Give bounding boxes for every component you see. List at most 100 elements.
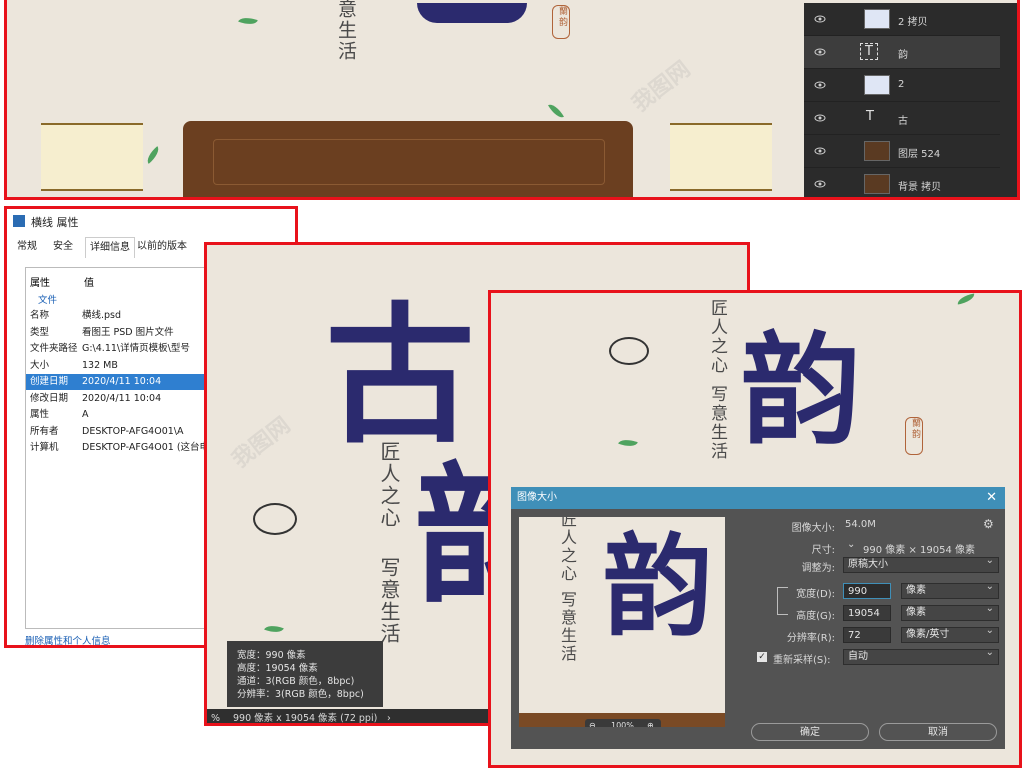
width-label: 宽度(D): [796, 589, 835, 600]
property-row[interactable]: 创建日期 2020/4/11 10:04 [26, 374, 226, 390]
leaf-decoration [548, 101, 564, 121]
dialog-titlebar[interactable]: 图像大小 ✕ [511, 487, 1005, 509]
property-key: 大小 [30, 359, 50, 371]
tab-security[interactable]: 安全 [53, 237, 73, 257]
layer-name: 韵 [898, 50, 908, 61]
layer-row[interactable]: 背景 拷贝 [804, 168, 1000, 197]
leaf-decoration [618, 436, 638, 450]
layer-row[interactable]: 2 [804, 69, 1000, 102]
eye-icon[interactable] [814, 79, 826, 91]
info-tooltip: 宽度：990 像素 高度：19054 像素 通道：3(RGB 颜色，8bpc) … [227, 641, 383, 707]
zoom-in-icon[interactable]: ⊕ [647, 719, 654, 727]
layer-name: 2 [898, 79, 905, 90]
cloud-decoration [253, 503, 297, 535]
property-key: 计算机 [30, 442, 59, 453]
property-value: DESKTOP-AFG4O01\A [82, 425, 184, 437]
dimension-value: 990 像素 × 19054 像素 [863, 545, 975, 556]
property-row[interactable]: 属性 A [26, 407, 226, 423]
adjust-select[interactable]: 原稿大小 [843, 554, 999, 573]
tab-details[interactable]: 详细信息 [85, 237, 135, 258]
ok-button[interactable]: 确定 [751, 723, 869, 741]
height-unit-select[interactable]: 像素 [901, 602, 999, 621]
preview-poem-a: 匠人之心 [558, 517, 577, 583]
width-unit-select[interactable]: 像素 [901, 580, 999, 599]
poem-top-fragment: 意生活 [335, 0, 357, 62]
layer-row[interactable]: 2 拷贝 [804, 3, 1000, 36]
adjust-label: 调整为: [801, 563, 835, 574]
tooltip-width: 宽度：990 像素 [237, 650, 306, 661]
properties-titlebar: 横线 属性 [7, 209, 295, 233]
leaf-decoration [264, 622, 284, 636]
width-field[interactable]: 990 [843, 583, 891, 599]
property-value: 2020/4/11 10:04 [82, 376, 162, 387]
column-header-property[interactable]: 属性 [30, 274, 50, 289]
gear-icon[interactable]: ⚙ [983, 517, 994, 531]
resolution-field[interactable]: 72 [843, 627, 891, 643]
property-row[interactable]: 大小 132 MB [26, 358, 226, 374]
top-screenshot-frame: 意生活 蘭韵 我图网 2 拷贝 T 韵 2 T 古图层 524 背景 拷贝 [4, 0, 1020, 200]
poem-line-a: 匠人之心 [377, 441, 401, 529]
window-title: 横线 属性 [31, 216, 79, 229]
watermark: 我图网 [227, 412, 296, 474]
layer-name: 2 拷贝 [898, 17, 928, 28]
chevron-right-icon[interactable]: › [387, 709, 391, 723]
column-header-value[interactable]: 值 [84, 274, 94, 289]
layer-row[interactable]: T韵 [804, 36, 1000, 69]
document-info[interactable]: 990 像素 x 19054 像素 (72 ppi) [233, 709, 377, 723]
property-key: 文件夹路径 [30, 343, 78, 354]
tab-previous-versions[interactable]: 以前的版本 [137, 237, 187, 257]
layer-row[interactable]: T古 [804, 102, 1000, 135]
zoom-control: ⊖ 100% ⊕ [585, 719, 661, 727]
property-row[interactable]: 类型 看图王 PSD 图片文件 [26, 325, 226, 341]
height-field[interactable]: 19054 [843, 605, 891, 621]
watermark: 我图网 [627, 56, 696, 118]
property-row[interactable]: 文件夹路径 G:\4.11\详情页模板\型号 [26, 341, 226, 357]
preview-char-yun: 韵 [603, 522, 713, 651]
property-key: 所有者 [30, 425, 59, 437]
cancel-button[interactable]: 取消 [879, 723, 997, 741]
eye-icon[interactable] [814, 112, 826, 124]
layer-name: 图层 524 [898, 149, 941, 160]
leaf-decoration [956, 293, 976, 305]
headboard [183, 121, 633, 197]
lamp-right [670, 123, 772, 191]
preview-pane[interactable]: 韵 匠人之心 写意生活 ⊖ 100% ⊕ [519, 517, 725, 727]
eye-icon[interactable] [814, 13, 826, 25]
eye-icon[interactable] [814, 178, 826, 190]
property-value: 看图王 PSD 图片文件 [82, 326, 174, 338]
file-icon [13, 215, 25, 227]
eye-icon[interactable] [814, 46, 826, 58]
property-row[interactable]: 计算机 DESKTOP-AFG4O01 (这台电脑) [26, 440, 226, 456]
resample-checkbox[interactable]: ✓ [757, 652, 767, 662]
layer-name: 背景 拷贝 [898, 182, 942, 193]
property-value: 132 MB [82, 359, 118, 371]
remove-properties-link[interactable]: 删除属性和个人信息 [25, 633, 111, 645]
property-row[interactable]: 修改日期 2020/4/11 10:04 [26, 391, 226, 407]
leaf-decoration [238, 14, 258, 28]
layer-thumbnail [864, 9, 890, 29]
property-value: A [82, 409, 89, 420]
property-key: 名称 [30, 310, 50, 321]
close-icon[interactable]: ✕ [986, 487, 997, 509]
height-label: 高度(G): [796, 611, 835, 622]
layers-panel: 2 拷贝 T 韵 2 T 古图层 524 背景 拷贝 [804, 3, 1017, 197]
eye-icon[interactable] [814, 145, 826, 157]
text-layer-icon: T [866, 109, 874, 124]
property-value: G:\4.11\详情页模板\型号 [82, 343, 190, 354]
poem-line-a: 匠人之心 [707, 299, 727, 375]
leaf-decoration [143, 146, 163, 164]
property-row[interactable]: 所有者 DESKTOP-AFG4O01\A [26, 424, 226, 440]
layer-row[interactable]: 图层 524 [804, 135, 1000, 168]
resolution-label: 分辨率(R): [786, 633, 835, 644]
layer-thumbnail [864, 174, 890, 194]
tab-general[interactable]: 常规 [17, 237, 37, 257]
resolution-unit-select[interactable]: 像素/英寸 [901, 624, 999, 643]
layer-thumbnail [864, 141, 890, 161]
chevron-down-icon[interactable]: ⌄ [847, 539, 855, 550]
zoom-out-icon[interactable]: ⊖ [589, 719, 596, 727]
property-row[interactable]: 名称 横线.psd [26, 308, 226, 324]
ink-stroke [417, 3, 527, 23]
tooltip-resolution: 分辨率：3(RGB 颜色，8bpc) [237, 689, 364, 700]
resample-select[interactable]: 自动 [843, 646, 999, 665]
tooltip-channels: 通道：3(RGB 颜色，8bpc) [237, 676, 355, 687]
